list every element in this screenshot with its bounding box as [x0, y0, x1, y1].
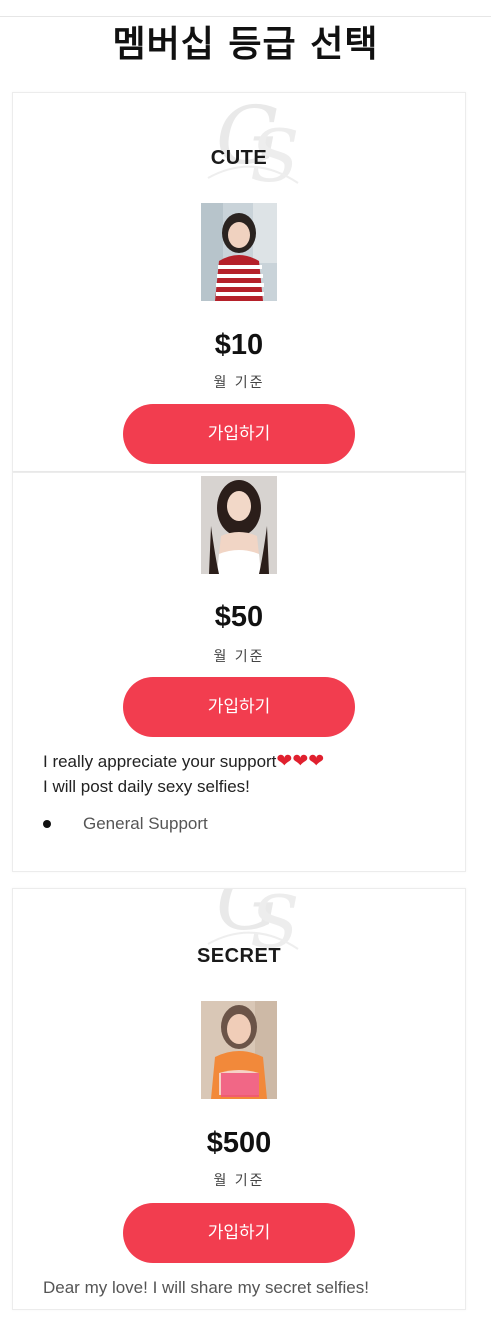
tier-name: CUTE — [210, 147, 268, 169]
model-photo — [201, 203, 277, 301]
bullet-icon — [43, 820, 51, 828]
top-divider — [0, 16, 491, 17]
tier-card-secret: G S SECRET $500 월 기준 가입하기 Dear my love! … — [12, 888, 466, 1310]
benefit-item: General Support — [83, 814, 208, 833]
description-line-2: I will post daily sexy selfies! — [43, 777, 250, 796]
price-period: 월 기준 — [213, 1173, 265, 1189]
tier-description: Dear my love! I will share my secret sel… — [43, 1278, 369, 1297]
tier-price: $50 — [214, 601, 264, 633]
tier-price: $10 — [214, 329, 264, 361]
tier-name: SECRET — [196, 945, 282, 967]
price-period: 월 기준 — [213, 375, 265, 391]
tier-card-cute: G S CUTE $10 월 기준 가입하기 — [12, 92, 466, 472]
model-photo — [201, 1001, 277, 1099]
description-line-1: I really appreciate your support — [43, 752, 277, 771]
tier-description: I really appreciate your support❤❤❤ I wi… — [43, 749, 453, 799]
gs-monogram-icon: G S — [207, 93, 299, 193]
model-photo — [201, 476, 277, 574]
join-button-cute[interactable]: 가입하기 — [123, 404, 355, 464]
tier-price: $500 — [206, 1127, 272, 1159]
join-button-50[interactable]: 가입하기 — [123, 677, 355, 737]
heart-icon: ❤❤❤ — [276, 750, 325, 772]
price-period: 월 기준 — [213, 649, 265, 665]
tier-card-50: $50 월 기준 가입하기 I really appreciate your s… — [12, 472, 466, 872]
page-title: 멤버십 등급 선택 — [112, 24, 379, 65]
join-button-secret[interactable]: 가입하기 — [123, 1203, 355, 1263]
